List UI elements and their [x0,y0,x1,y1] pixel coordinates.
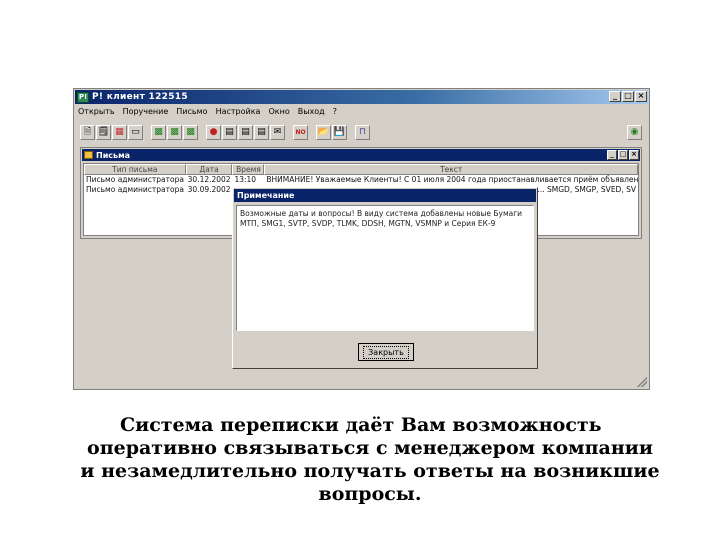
caption-line: вопросы. [318,483,422,505]
close-note-label: Закрыть [363,345,409,359]
cell-type: Письмо администратора [86,175,184,184]
resize-grip[interactable] [637,377,647,387]
menu-window[interactable]: Окно [268,107,289,119]
cell-type: Письмо администратора [86,185,184,194]
column-header-time[interactable]: Время [232,164,265,175]
caption-line: оперативно связываться с менеджером комп… [87,437,653,459]
maximize-button[interactable]: □ [622,91,634,102]
chart-icon[interactable]: ⊓ [355,124,370,140]
column-header-date[interactable]: Дата [185,164,233,175]
menu-exit[interactable]: Выход [298,107,325,119]
cell-date: 30.09.2002 [187,185,231,194]
close-note-button[interactable]: Закрыть [358,343,414,361]
note-dialog: Примечание Возможные даты и вопросы! В в… [232,187,538,369]
menubar: Открыть Поручение Письмо Настройка Окно … [78,107,337,119]
menu-letter[interactable]: Письмо [176,107,207,119]
titlebar: Р! Р! клиент 122515 _ □ × [75,90,648,104]
menu-open[interactable]: Открыть [78,107,115,119]
page-2-icon[interactable]: ▤ [238,124,253,140]
grid-green-2-icon[interactable]: ▩ [167,124,182,140]
window-icon[interactable]: ▭ [128,124,143,140]
cell-date: 30.12.2002 [187,175,231,184]
window-title: Р! клиент 122515 [92,92,188,102]
grid-header: Тип письма Дата Время Текст [84,164,638,175]
app-icon: Р! [77,91,89,103]
letters-minimize-button[interactable]: _ [607,150,617,160]
disk-red-icon[interactable]: ● [206,124,221,140]
cell-time: 13:10 [234,175,257,184]
caption-line: Система переписки даёт Вам возможность [120,414,602,436]
cell-text: ВНИМАНИЕ! Уважаемые Клиенты! С 01 июля 2… [266,175,638,184]
column-header-type[interactable]: Тип письма [84,164,186,175]
open-folder-icon[interactable]: 📂 [316,124,331,140]
table-row[interactable]: Письмо администратора 30.12.2002 13:10 В… [84,175,638,185]
letters-maximize-button[interactable]: □ [618,150,628,160]
caption-line: и незамедлительно получать ответы на воз… [80,460,660,482]
menu-help[interactable]: ? [333,107,337,119]
page-3-icon[interactable]: ▤ [254,124,269,140]
grid-green-1-icon[interactable]: ▩ [151,124,166,140]
refresh-icon[interactable]: ◉ [627,124,642,140]
grid-green-3-icon[interactable]: ▩ [183,124,198,140]
calendar-icon[interactable]: ▦ [112,124,127,140]
toolbar: 🗎 🗒 ▦ ▭ ▩ ▩ ▩ ● ▤ ▤ ▤ ✉ NO 📂 💾 ⊓ ◉ [80,122,643,142]
page-1-icon[interactable]: ▤ [222,124,237,140]
no-icon[interactable]: NO [293,124,308,140]
slide-caption: Система переписки даёт Вам возможность о… [60,414,680,506]
letters-title: Письма [96,150,131,160]
doc-list-icon[interactable]: 🗒 [96,124,111,140]
minimize-button[interactable]: _ [609,91,621,102]
letters-titlebar: Письма [82,149,640,161]
column-header-text[interactable]: Текст [264,164,638,175]
letters-close-button[interactable]: × [629,150,639,160]
envelope-icon[interactable]: ✉ [270,124,285,140]
menu-assignment[interactable]: Поручение [123,107,169,119]
letters-icon [84,151,93,159]
menu-settings[interactable]: Настройка [216,107,261,119]
save-icon[interactable]: 💾 [332,124,347,140]
note-titlebar: Примечание [234,189,536,202]
note-text: Возможные даты и вопросы! В виду система… [236,205,534,331]
doc-icon[interactable]: 🗎 [80,124,95,140]
close-button[interactable]: × [635,91,647,102]
